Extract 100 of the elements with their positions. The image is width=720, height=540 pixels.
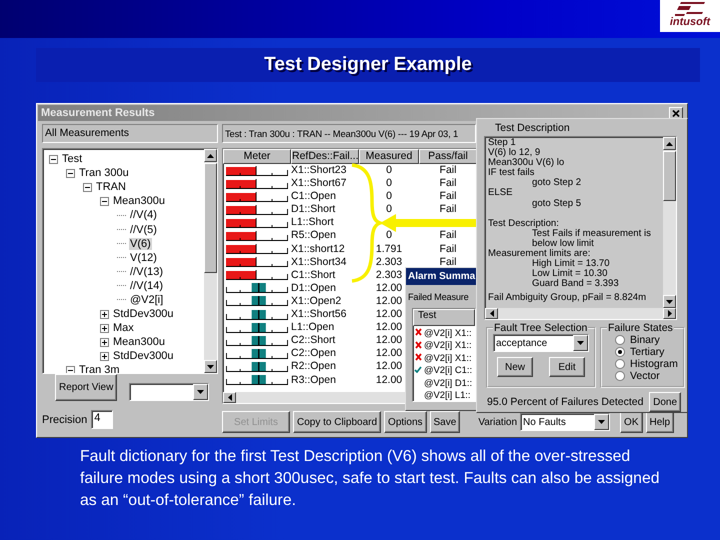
radio-button[interactable] — [615, 347, 625, 357]
description-line: Test Description: — [488, 218, 560, 229]
table-cell-text: 12.00 — [374, 321, 404, 334]
alarm-item[interactable]: @V2[i] X1:: — [424, 352, 472, 363]
fault-tree-dropdown[interactable]: acceptance — [493, 334, 589, 352]
table-cell-text: C2::Short — [291, 334, 336, 348]
variation-dropdown[interactable]: No Faults — [520, 413, 610, 431]
table-cell-text: 0 — [385, 190, 393, 204]
tree-item[interactable]: StdDev300u — [112, 350, 175, 362]
expand-icon[interactable] — [100, 338, 109, 347]
table-cell-text: 12.00 — [374, 334, 404, 348]
tree-item[interactable]: @V2[i] — [129, 294, 164, 306]
variation-label: Variation — [478, 416, 518, 428]
fault-tree-button[interactable]: New — [497, 357, 533, 377]
table-cell-text: C1::Short — [291, 268, 336, 282]
tree-item[interactable]: Max — [112, 322, 135, 334]
action-button[interactable]: Save — [430, 411, 460, 433]
tree-item[interactable]: V(12) — [129, 252, 158, 264]
collapse-icon[interactable] — [66, 366, 75, 373]
tree-item[interactable]: //V(13) — [129, 266, 164, 278]
precision-label: Precision — [42, 414, 88, 426]
dialog-button[interactable]: OK — [620, 411, 642, 433]
fault-tree-button[interactable]: Edit — [549, 357, 585, 377]
description-line: Low Limit = 10.30 — [531, 269, 608, 280]
measurement-header: Test : Tran 300u : TRAN -- Mean300u V(6) --- 19 Apr 03, 1 — [222, 124, 476, 143]
vertical-scrollbar[interactable] — [663, 137, 676, 308]
table-cell-text: L1::Short — [291, 216, 335, 230]
table-cell-text: 12.00 — [374, 282, 404, 295]
done-button[interactable]: Done — [649, 392, 681, 412]
close-button[interactable] — [669, 107, 683, 119]
collapse-icon[interactable] — [66, 168, 75, 178]
table-cell-text: 0 — [385, 203, 393, 216]
left-arrow-icon — [228, 394, 232, 401]
table-cell-text: 0 — [385, 177, 393, 190]
table-cell-text: L1::Open — [291, 321, 336, 334]
tree-item[interactable]: //V(4) — [129, 209, 158, 222]
column-header[interactable]: Test — [413, 309, 475, 326]
tree-item[interactable]: TRAN — [95, 181, 127, 194]
table-cell-text: 12.00 — [374, 308, 404, 322]
table-cell-text: C1::Open — [291, 190, 337, 204]
table-cell-text: R3::Open — [291, 374, 337, 387]
description-line: IF test fails — [488, 168, 536, 178]
description-line: goto Step 2 — [531, 178, 582, 188]
tree-item[interactable]: Mean300u — [112, 195, 166, 208]
description-line: goto Step 5 — [531, 198, 582, 209]
column-header[interactable]: Meter — [223, 149, 291, 164]
action-button[interactable]: Copy to Clipboard — [293, 411, 382, 433]
radio-label: Binary — [630, 334, 660, 346]
logo-icon — [675, 2, 705, 16]
tree-item[interactable]: Tran 300u — [78, 167, 130, 180]
expand-icon[interactable] — [100, 324, 109, 333]
collapse-icon[interactable] — [83, 182, 92, 192]
radio-button[interactable] — [615, 335, 625, 345]
vertical-scrollbar[interactable] — [204, 149, 217, 373]
tree-item[interactable]: StdDev300u — [112, 308, 175, 320]
action-button[interactable]: Options — [384, 411, 427, 433]
collapse-icon[interactable] — [100, 196, 109, 206]
caption: Fault dictionary for the first Test Description (V6) shows all of the over-stressed failure modes using a short 300usec, safe to start test. Faults can also be assigned as an “out-of-tolerance” failure. — [80, 447, 660, 511]
radio-label: Tertiary — [630, 346, 664, 358]
group-label: Fault Tree Selection — [493, 322, 588, 334]
column-header[interactable]: RefDes::Fail... — [291, 149, 359, 164]
down-arrow-icon — [207, 364, 214, 368]
view-dropdown[interactable] — [129, 383, 210, 401]
slide-title: Test Designer Example — [264, 54, 472, 76]
detection-summary: 95.0 Percent of Failures Detected — [487, 396, 644, 408]
alarm-item[interactable]: @V2[i] X1:: — [424, 326, 472, 338]
tree-item[interactable]: //V(5) — [129, 224, 158, 236]
radio-button[interactable] — [615, 371, 625, 381]
table-cell-text: R2::Open — [291, 360, 337, 374]
expand-icon[interactable] — [100, 352, 109, 361]
alarm-item[interactable]: @V2[i] C1:: — [424, 364, 472, 376]
table-cell-text: D1::Open — [291, 282, 337, 295]
scroll-thumb[interactable] — [204, 163, 217, 273]
table-cell-text: 12.00 — [374, 374, 404, 387]
scroll-thumb[interactable] — [663, 151, 676, 201]
alarm-item[interactable]: @V2[i] D1:: — [424, 376, 472, 388]
dialog-button[interactable]: Help — [646, 411, 674, 433]
tree-item[interactable]: Test — [61, 153, 84, 166]
description-line: ELSE — [488, 188, 514, 199]
table-cell-text: X1::Short34 — [291, 256, 348, 269]
tree-item[interactable]: V(6) — [129, 238, 152, 250]
tree-item[interactable]: Mean300u — [112, 336, 166, 348]
description-line: Guard Band = 3.393 — [531, 279, 620, 290]
horizontal-scrollbar[interactable] — [485, 308, 676, 319]
tree-item[interactable]: //V(14) — [129, 280, 164, 292]
up-arrow-icon — [207, 154, 214, 158]
table-cell-text: Fail — [438, 203, 458, 216]
table-cell-text: 12.00 — [374, 360, 404, 374]
column-header[interactable]: Measured — [359, 149, 419, 164]
precision-field[interactable]: 4 — [91, 410, 114, 429]
alarm-item[interactable]: @V2[i] L1:: — [424, 389, 471, 400]
table-cell-text: C2::Open — [291, 347, 337, 360]
column-header[interactable]: Pass/fail — [419, 149, 477, 164]
expand-icon[interactable] — [100, 310, 109, 319]
description-line: High Limit = 13.70 — [531, 259, 611, 270]
report-view-button[interactable]: Report View — [55, 374, 118, 401]
collapse-icon[interactable] — [49, 154, 58, 164]
table-cell-text: X1::Short67 — [291, 177, 348, 190]
radio-button[interactable] — [615, 359, 625, 369]
alarm-item[interactable]: @V2[i] X1:: — [424, 339, 472, 350]
